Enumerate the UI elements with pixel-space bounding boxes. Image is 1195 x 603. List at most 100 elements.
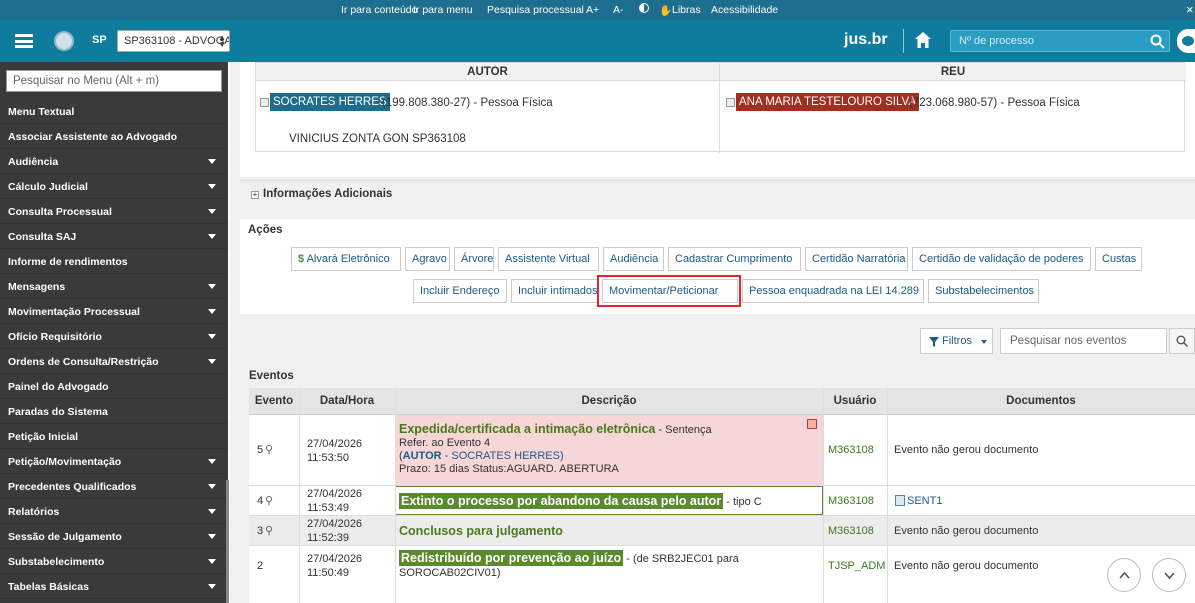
font-decrease-button[interactable]: A- bbox=[613, 4, 624, 16]
select-arrows-icon: ▲ ▼ bbox=[218, 33, 226, 49]
magnifier-icon[interactable]: ⚲ bbox=[265, 524, 273, 537]
agravo-button[interactable]: Agravo bbox=[405, 247, 450, 271]
event-user[interactable]: M363108 bbox=[828, 495, 874, 507]
incluir-intimados-button[interactable]: Incluir intimados bbox=[511, 279, 598, 303]
user-account-icon[interactable] bbox=[1177, 29, 1195, 53]
arvore-button[interactable]: Árvore bbox=[454, 247, 494, 271]
movimentar-highlight-box bbox=[597, 275, 741, 307]
info-additional-section: + Informações Adicionais bbox=[240, 180, 1195, 210]
event-title[interactable]: Conclusos para julgamento bbox=[399, 524, 563, 538]
sidebar-item-menu-textual[interactable]: Menu Textual bbox=[0, 99, 228, 124]
sidebar-item-relatorios[interactable]: Relatórios bbox=[0, 499, 228, 524]
skip-to-menu-link[interactable]: Ir para menu bbox=[413, 4, 473, 16]
sidebar-item-substabelecimento[interactable]: Substabelecimento bbox=[0, 549, 228, 574]
sidebar-item-ordens-consulta[interactable]: Ordens de Consulta/Restrição bbox=[0, 349, 228, 374]
col-evento[interactable]: Evento bbox=[249, 395, 299, 407]
document-file-icon[interactable] bbox=[895, 495, 905, 506]
home-icon[interactable] bbox=[914, 31, 932, 49]
sidebar-item-tabelas-basicas[interactable]: Tabelas Básicas bbox=[0, 574, 228, 599]
sidebar-item-consulta-processual[interactable]: Consulta Processual bbox=[0, 199, 228, 224]
sidebar-item-sessao-julgamento[interactable]: Sessão de Julgamento bbox=[0, 524, 228, 549]
actions-panel: Ações $ Alvará Eletrônico Agravo Árvore … bbox=[240, 219, 1195, 314]
sidebar-item-label: Petição Inicial bbox=[8, 431, 79, 443]
sidebar-item-peticao-movimentacao[interactable]: Petição/Movimentação bbox=[0, 449, 228, 474]
search-icon bbox=[1176, 335, 1188, 347]
cadastrar-cumprimento-button[interactable]: Cadastrar Cumprimento bbox=[668, 247, 801, 271]
parties-column-divider bbox=[719, 63, 720, 153]
search-process-link[interactable]: Pesquisa processual bbox=[487, 4, 584, 16]
autor-name-tag[interactable]: SOCRATES HERRES bbox=[270, 93, 390, 111]
accessibility-link[interactable]: Acessibilidade bbox=[711, 4, 778, 16]
event-user[interactable]: M363108 bbox=[828, 525, 874, 537]
event-time: 11:50:49 bbox=[307, 567, 350, 579]
sidebar-item-label: Tabelas Básicas bbox=[8, 581, 89, 593]
process-number-input[interactable]: Nº de processo bbox=[950, 30, 1170, 52]
alvara-eletronico-button[interactable]: $ Alvará Eletrônico bbox=[291, 247, 401, 271]
search-icon[interactable] bbox=[1150, 34, 1165, 49]
libras-link[interactable]: Libras bbox=[672, 4, 701, 16]
reu-name-tag[interactable]: ANA MARIA TESTELOURO SILVA bbox=[736, 93, 920, 111]
event-time: 11:53:50 bbox=[307, 452, 350, 464]
menu-search-input[interactable]: Pesquisar no Menu (Alt + m) bbox=[6, 70, 222, 92]
sidebar-item-label: Mensagens bbox=[8, 281, 66, 293]
custas-button[interactable]: Custas bbox=[1095, 247, 1142, 271]
assistente-virtual-button[interactable]: Assistente Virtual bbox=[498, 247, 599, 271]
col-data-hora[interactable]: Data/Hora bbox=[299, 395, 395, 407]
scroll-up-button[interactable] bbox=[1107, 558, 1141, 592]
close-icon[interactable]: × bbox=[1186, 2, 1194, 17]
chevron-down-icon bbox=[208, 484, 216, 489]
event-role-link[interactable]: AUTOR bbox=[403, 450, 442, 462]
sidebar-item-painel-advogado[interactable]: Painel do Advogado bbox=[0, 374, 228, 399]
events-search-input[interactable]: Pesquisar nos eventos bbox=[1000, 328, 1167, 354]
font-increase-button[interactable]: A+ bbox=[586, 4, 599, 16]
certidao-validacao-poderes-button[interactable]: Certidão de validação de poderes bbox=[912, 247, 1091, 271]
sidebar-item-consulta-saj[interactable]: Consulta SAJ bbox=[0, 224, 228, 249]
certidao-narratoria-button[interactable]: Certidão Narratória bbox=[805, 247, 908, 271]
sidebar-item-peticao-inicial[interactable]: Petição Inicial bbox=[0, 424, 228, 449]
event-title[interactable]: Extinto o processo por abandono da causa… bbox=[399, 493, 724, 509]
expand-plus-icon[interactable]: + bbox=[251, 191, 259, 199]
skip-to-content-link[interactable]: Ir para conteúdo bbox=[341, 4, 417, 16]
sidebar-item-informe-rendimentos[interactable]: Informe de rendimentos bbox=[0, 249, 228, 274]
event-suffix: - tipo C bbox=[723, 496, 762, 508]
sidebar-item-calculo-judicial[interactable]: Cálculo Judicial bbox=[0, 174, 228, 199]
event-date: 27/04/2026 bbox=[307, 438, 363, 450]
sidebar-item-movimentacao-processual[interactable]: Movimentação Processual bbox=[0, 299, 228, 324]
events-title: Eventos bbox=[249, 370, 294, 382]
sidebar-item-label: Consulta SAJ bbox=[8, 231, 77, 243]
sidebar-item-precedentes-qualificados[interactable]: Precedentes Qualificados bbox=[0, 474, 228, 499]
sidebar-item-mensagens[interactable]: Mensagens bbox=[0, 274, 228, 299]
event-title[interactable]: Redistribuído por prevenção ao juízo bbox=[399, 550, 624, 566]
magnifier-icon[interactable]: ⚲ bbox=[265, 443, 273, 456]
magnifier-icon[interactable]: ⚲ bbox=[265, 494, 273, 507]
events-search-button[interactable] bbox=[1169, 328, 1195, 354]
sidebar-item-associar-assistente[interactable]: Associar Assistente ao Advogado bbox=[0, 124, 228, 149]
pessoa-enquadrada-button[interactable]: Pessoa enquadrada na LEI 14.289 bbox=[742, 279, 924, 303]
audiencia-button[interactable]: Audiência bbox=[603, 247, 664, 271]
col-descricao[interactable]: Descrição bbox=[395, 395, 823, 407]
event-user[interactable]: M363108 bbox=[828, 444, 874, 456]
profile-select[interactable]: SP363108 - ADVOGA ▲ ▼ bbox=[117, 30, 230, 52]
hamburger-menu-icon[interactable] bbox=[15, 34, 33, 48]
event-title[interactable]: Expedida/certificada a intimação eletrôn… bbox=[399, 422, 655, 436]
scroll-down-button[interactable] bbox=[1152, 558, 1186, 592]
col-usuario[interactable]: Usuário bbox=[823, 395, 887, 407]
event-user[interactable]: TJSP_ADM bbox=[828, 560, 885, 572]
incluir-endereco-button[interactable]: Incluir Endereço bbox=[413, 279, 507, 303]
info-additional-toggle[interactable]: Informações Adicionais bbox=[263, 188, 392, 200]
actions-row-1: $ Alvará Eletrônico Agravo Árvore Assist… bbox=[291, 247, 1195, 271]
chevron-down-icon bbox=[208, 184, 216, 189]
sidebar-item-audiencia[interactable]: Audiência bbox=[0, 149, 228, 174]
menu-search-placeholder: Pesquisar no Menu (Alt + m) bbox=[13, 75, 160, 87]
chevron-down-icon bbox=[208, 459, 216, 464]
event-document-link[interactable]: SENT1 bbox=[907, 495, 942, 507]
col-documentos[interactable]: Documentos bbox=[887, 395, 1195, 407]
sidebar-scrollbar[interactable] bbox=[226, 480, 229, 603]
parties-table: AUTOR REU SOCRATES HERRES (199.808.380-2… bbox=[255, 62, 1186, 153]
sidebar-item-oficio-requisitorio[interactable]: Ofício Requisitório bbox=[0, 324, 228, 349]
sidebar-item-paradas-sistema[interactable]: Paradas do Sistema bbox=[0, 399, 228, 424]
contrast-icon[interactable] bbox=[639, 3, 649, 13]
sidebar-item-label: Substabelecimento bbox=[8, 556, 105, 568]
filters-button[interactable]: Filtros bbox=[920, 328, 993, 354]
substabelecimentos-button[interactable]: Substabelecimentos bbox=[928, 279, 1039, 303]
